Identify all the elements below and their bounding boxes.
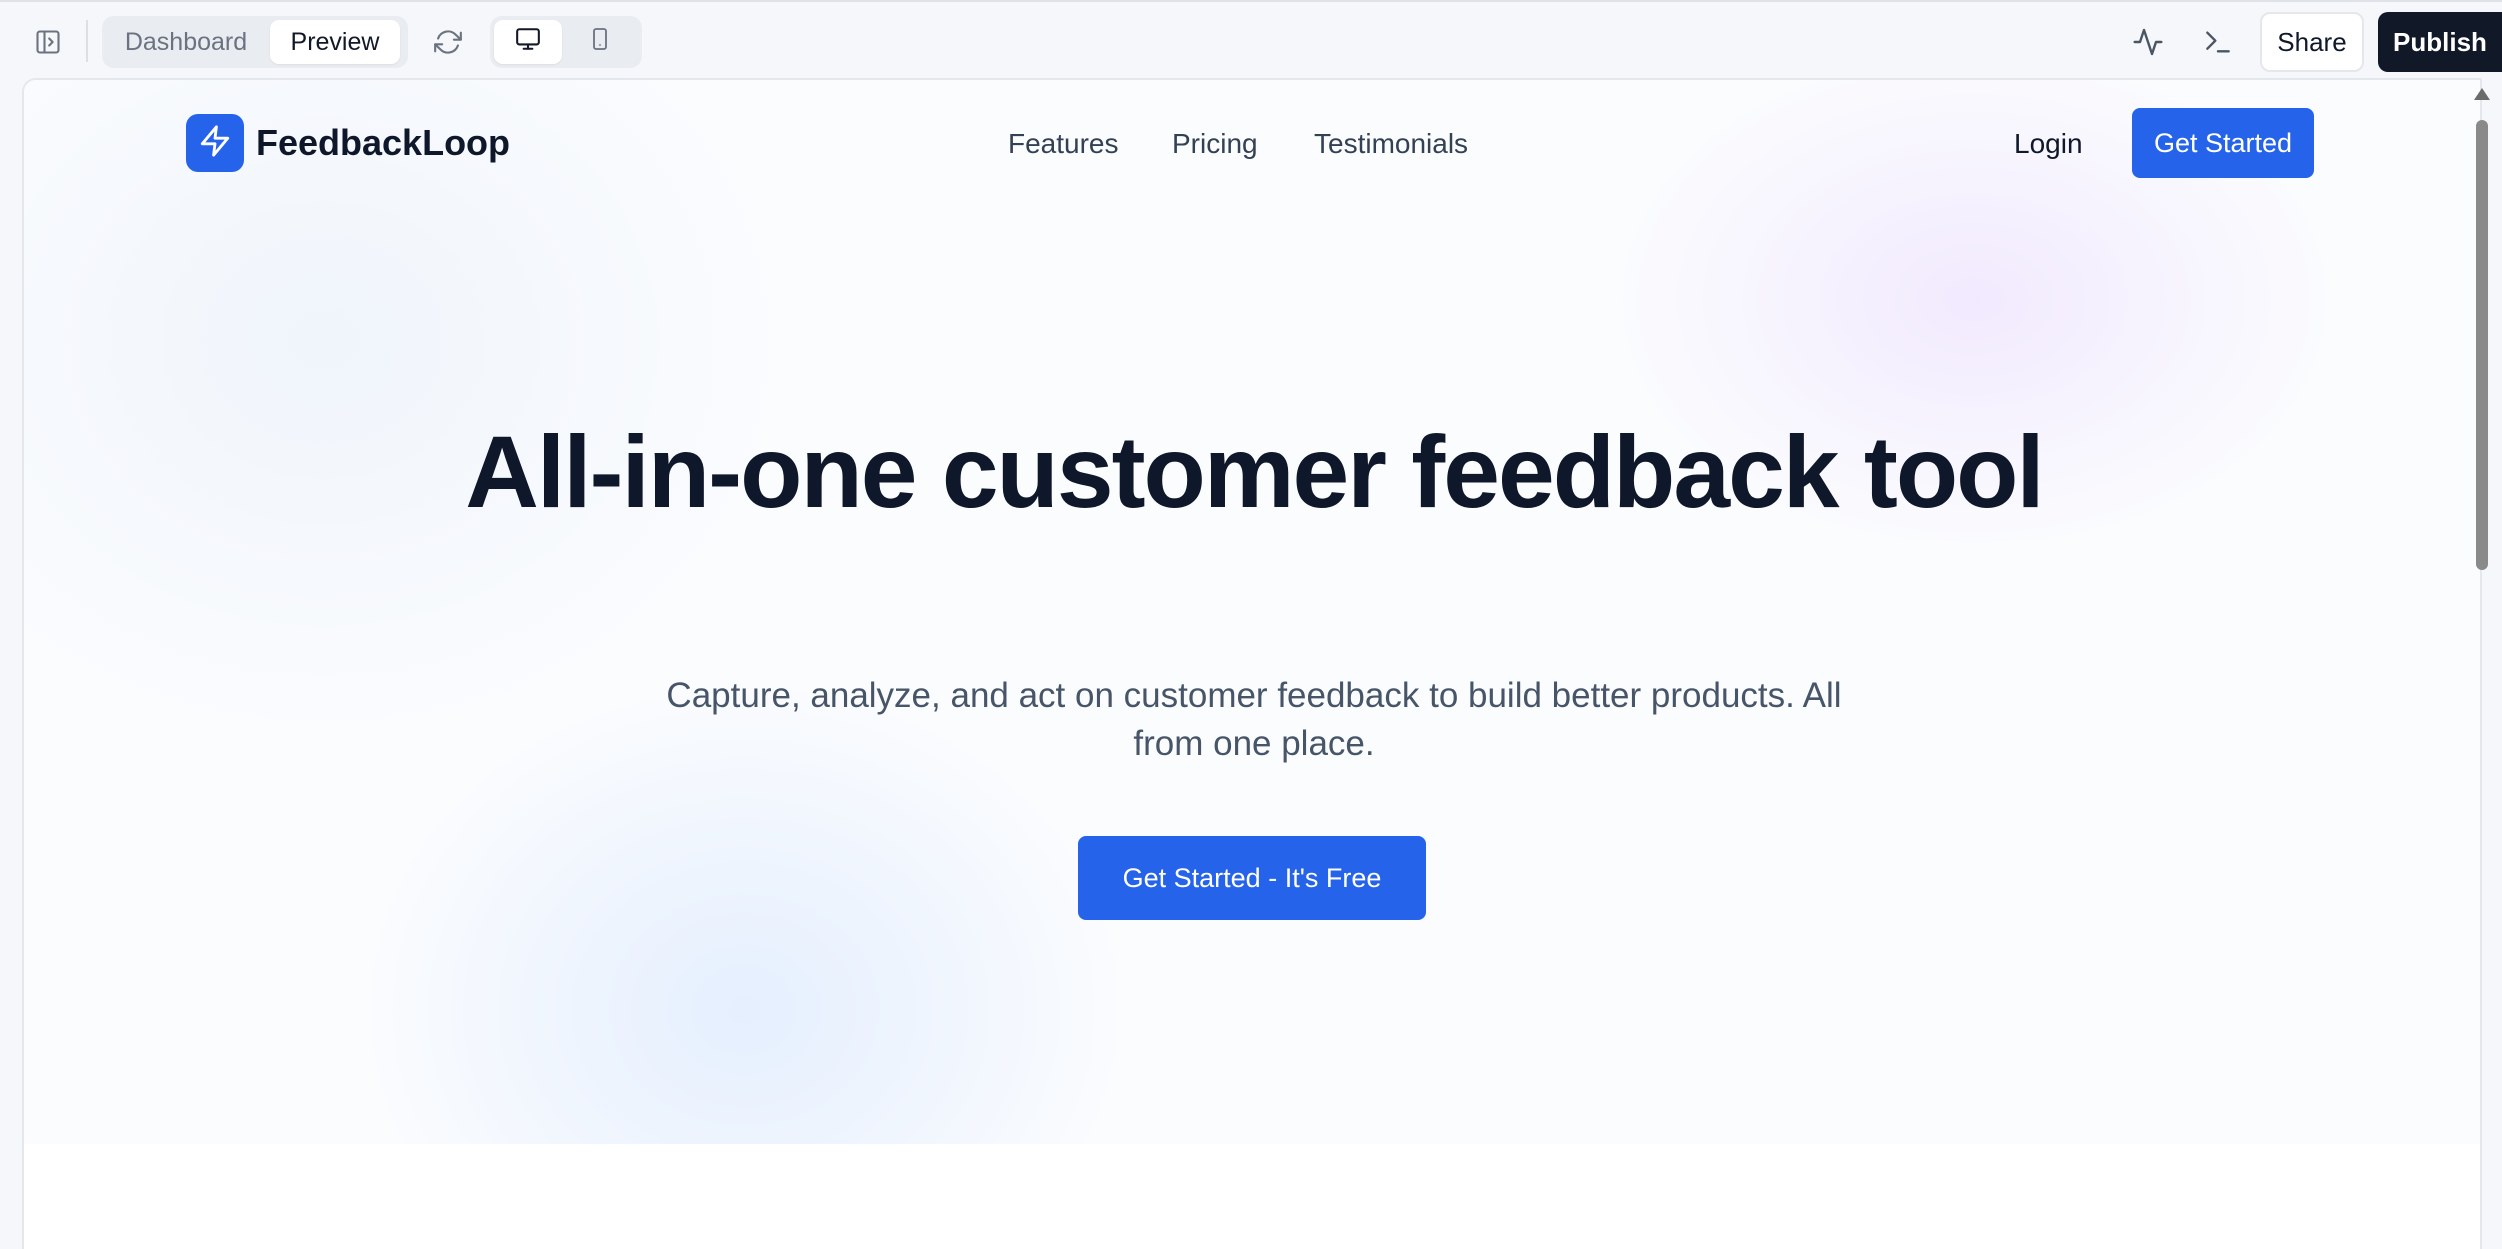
- app-toolbar: Dashboard Preview Share Publish: [0, 0, 2502, 78]
- device-switcher: [490, 16, 642, 68]
- brand-name[interactable]: FeedbackLoop: [256, 122, 510, 164]
- nav-testimonials[interactable]: Testimonials: [1314, 128, 1468, 160]
- activity-icon[interactable]: [2126, 20, 2170, 64]
- terminal-icon[interactable]: [2196, 20, 2240, 64]
- login-link[interactable]: Login: [2014, 128, 2083, 160]
- share-button[interactable]: Share: [2260, 12, 2364, 72]
- tab-preview[interactable]: Preview: [270, 20, 400, 64]
- get-started-button[interactable]: Get Started: [2132, 108, 2314, 178]
- brand-logo[interactable]: [186, 114, 244, 172]
- hero-background: [24, 80, 2480, 1144]
- publish-button[interactable]: Publish: [2378, 12, 2502, 72]
- hero-title: All-in-one customer feedback tool: [465, 415, 2045, 529]
- desktop-mode-button[interactable]: [494, 20, 562, 64]
- monitor-icon: [515, 26, 541, 59]
- refresh-icon[interactable]: [428, 22, 468, 62]
- nav-pricing[interactable]: Pricing: [1172, 128, 1258, 160]
- hero-subtitle: Capture, analyze, and act on customer fe…: [666, 676, 1842, 763]
- lightning-bolt-icon: [198, 124, 232, 163]
- scroll-up-arrow-icon[interactable]: [2474, 88, 2490, 100]
- mobile-mode-button[interactable]: [566, 20, 634, 64]
- view-switcher: Dashboard Preview: [102, 16, 408, 68]
- preview-frame: FeedbackLoop Features Pricing Testimonia…: [22, 78, 2482, 1249]
- tab-dashboard[interactable]: Dashboard: [106, 20, 266, 64]
- nav-features[interactable]: Features: [1008, 128, 1119, 160]
- scroll-thumb[interactable]: [2476, 120, 2488, 570]
- smartphone-icon: [588, 26, 612, 59]
- preview-scrollbar[interactable]: [2470, 86, 2494, 1249]
- sidebar-toggle-icon[interactable]: [28, 22, 68, 62]
- hero-cta-button[interactable]: Get Started - It's Free: [1078, 836, 1426, 920]
- toolbar-divider: [86, 20, 88, 62]
